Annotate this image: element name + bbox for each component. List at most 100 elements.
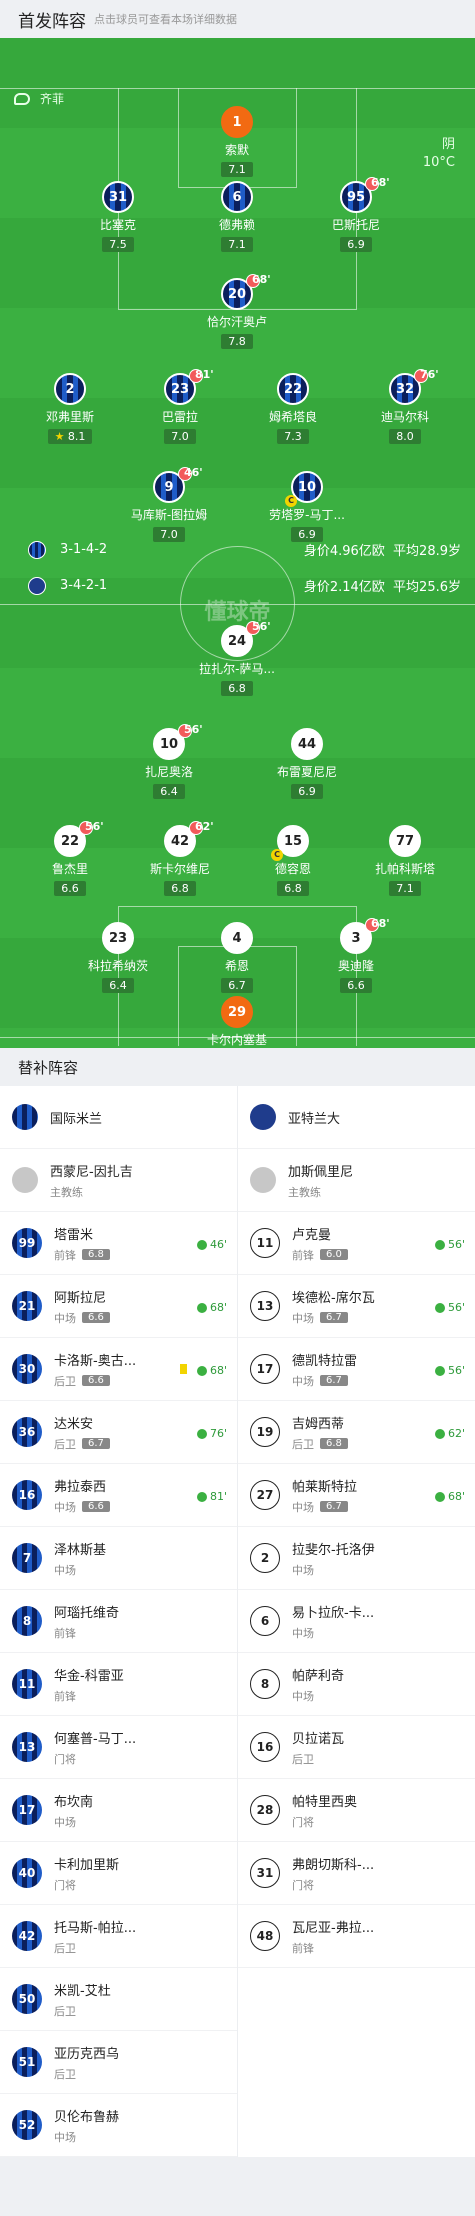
sub-player-row[interactable]: 13 埃德松-席尔瓦 中场 6.7 56' xyxy=(238,1275,475,1338)
player-away[interactable]: 42 62' 斯卡尔维尼 6.8 xyxy=(125,820,235,896)
rating-value: 6.4 xyxy=(109,979,127,992)
sub-player-row[interactable]: 2 拉斐尔-托洛伊 中场 xyxy=(238,1527,475,1590)
away-team-row[interactable]: 亚特兰大 xyxy=(238,1086,475,1149)
player-home[interactable]: 2 邓弗里斯 ★ 8.1 xyxy=(15,373,125,444)
sub-player-row[interactable]: 30 卡洛斯-奥古... 后卫 6.6 68' xyxy=(0,1338,237,1401)
player-home[interactable]: 32 76' 迪马尔科 8.0 xyxy=(350,368,460,444)
player-away[interactable]: 77 扎帕科斯塔 7.1 xyxy=(350,825,460,896)
sub-player-row[interactable]: 6 易卜拉欣-卡... 中场 xyxy=(238,1590,475,1653)
sub-player-info: 布坎南 中场 xyxy=(54,1791,93,1830)
home-coach-name: 西蒙尼-因扎吉 xyxy=(50,1164,133,1180)
player-away[interactable]: 10 56' 扎尼奥洛 6.4 xyxy=(114,723,224,799)
rating-value: 6.9 xyxy=(347,238,365,251)
rating-value: 7.8 xyxy=(228,335,246,348)
coach-avatar xyxy=(12,1167,38,1193)
sub-player-row[interactable]: 51 亚历克西乌 后卫 xyxy=(0,2031,237,2094)
player-away[interactable]: 23 科拉希纳茨 6.4 xyxy=(63,922,173,993)
sub-player-info: 何塞普-马丁... 门将 xyxy=(54,1728,136,1767)
player-home[interactable]: 1 索默 7.1 xyxy=(182,106,292,177)
sub-in-icon xyxy=(196,1428,207,1439)
player-home[interactable]: 6 德弗赖 7.1 xyxy=(182,181,292,252)
substitution-time: 76' xyxy=(420,368,439,381)
player-away[interactable]: 4 希恩 6.7 xyxy=(182,922,292,993)
sub-player-info: 拉斐尔-托洛伊 中场 xyxy=(292,1539,375,1578)
sub-player-row[interactable]: 99 塔雷米 前锋 6.8 46' xyxy=(0,1212,237,1275)
substitution-time: 56' xyxy=(252,620,271,633)
sub-player-rating: 6.0 xyxy=(320,1249,348,1260)
sub-player-row[interactable]: 28 帕特里西奥 门将 xyxy=(238,1779,475,1842)
sub-player-row[interactable]: 27 帕莱斯特拉 中场 6.7 68' xyxy=(238,1464,475,1527)
sub-player-row[interactable]: 21 阿斯拉尼 中场 6.6 68' xyxy=(0,1275,237,1338)
away-coach-row[interactable]: 加斯佩里尼 主教练 xyxy=(238,1149,475,1212)
sub-player-row[interactable]: 36 达米安 后卫 6.7 76' xyxy=(0,1401,237,1464)
sub-player-name: 卡洛斯-奥古... xyxy=(54,1353,137,1369)
position-text: 中场 xyxy=(54,1311,76,1325)
away-value: 身价2.14亿欧 xyxy=(303,580,385,595)
sub-player-row[interactable]: 11 卢克曼 前锋 6.0 56' xyxy=(238,1212,475,1275)
sub-player-info: 阿瑙托维奇 前锋 xyxy=(54,1602,119,1641)
player-rating: 6.4 xyxy=(153,784,185,799)
sub-player-row[interactable]: 40 卡利加里斯 门将 xyxy=(0,1842,237,1905)
player-home[interactable]: 95 68' 巴斯托尼 6.9 xyxy=(301,176,411,252)
sub-player-position: 中场 xyxy=(292,1625,374,1641)
sub-player-row[interactable]: 50 米凯-艾杜 后卫 xyxy=(0,1968,237,2031)
player-away[interactable]: 44 布雷夏尼尼 6.9 xyxy=(252,728,362,799)
home-team-row[interactable]: 国际米兰 xyxy=(0,1086,237,1149)
position-text: 中场 xyxy=(54,2130,76,2144)
away-coach-name: 加斯佩里尼 xyxy=(288,1164,354,1180)
sub-player-position: 前锋 6.0 xyxy=(292,1247,348,1263)
sub-player-row[interactable]: 17 德凯特拉雷 中场 6.7 56' xyxy=(238,1338,475,1401)
player-away[interactable]: 3 68' 奥迪隆 6.6 xyxy=(301,917,411,993)
weather-condition: 阴 xyxy=(441,137,455,152)
sub-player-row[interactable]: 8 帕萨利奇 中场 xyxy=(238,1653,475,1716)
player-away[interactable]: 29卡尔内塞基7.0 xyxy=(182,996,292,1048)
shirt-number: 31 xyxy=(250,1858,280,1888)
player-rating: 6.7 xyxy=(221,978,253,993)
player-away[interactable]: 15 C 德容恩 6.8 xyxy=(238,825,348,896)
position-text: 门将 xyxy=(292,1815,314,1829)
sub-player-position: 后卫 6.7 xyxy=(54,1436,110,1452)
shirt-number: 22 56' xyxy=(54,820,104,857)
shirt-number: 11 xyxy=(250,1228,280,1258)
sub-player-row[interactable]: 31 弗朗切斯科-... 门将 xyxy=(238,1842,475,1905)
player-name: 奥迪隆 xyxy=(337,959,374,973)
player-home[interactable]: 20 68' 恰尔汗奥卢 7.8 xyxy=(182,273,292,349)
shirt-number: 19 xyxy=(250,1417,280,1447)
player-home[interactable]: 9 46' 马库斯-图拉姆 7.0 xyxy=(114,466,224,542)
sub-player-row[interactable]: 7 泽林斯基 中场 xyxy=(0,1527,237,1590)
player-rating: 7.8 xyxy=(221,334,253,349)
sub-player-row[interactable]: 16 贝拉诺瓦 后卫 xyxy=(238,1716,475,1779)
sub-player-row[interactable]: 8 阿瑙托维奇 前锋 xyxy=(0,1590,237,1653)
sub-in-time: 62' xyxy=(434,1427,465,1440)
sub-in-icon xyxy=(196,1365,207,1376)
sub-player-row[interactable]: 42 托马斯-帕拉... 后卫 xyxy=(0,1905,237,1968)
sub-player-row[interactable]: 17 布坎南 中场 xyxy=(0,1779,237,1842)
sub-player-row[interactable]: 19 吉姆西蒂 后卫 6.8 62' xyxy=(238,1401,475,1464)
sub-player-info: 弗朗切斯科-... 门将 xyxy=(292,1854,374,1893)
player-away[interactable]: 24 56' 拉扎尔-萨马... 6.8 xyxy=(182,620,292,696)
player-home[interactable]: 23 81' 巴雷拉 7.0 xyxy=(125,368,235,444)
sub-player-row[interactable]: 11 华金-科雷亚 前锋 xyxy=(0,1653,237,1716)
sub-player-info: 弗拉泰西 中场 6.6 xyxy=(54,1476,110,1515)
sub-player-row[interactable]: 52 贝伦布鲁赫 中场 xyxy=(0,2094,237,2157)
sub-in-icon xyxy=(196,1239,207,1250)
position-text: 中场 xyxy=(292,1374,314,1388)
player-home[interactable]: 10 C 劳塔罗-马丁... 6.9 xyxy=(252,471,362,542)
player-rating: 7.0 xyxy=(164,429,196,444)
player-home[interactable]: 31 比塞克 7.5 xyxy=(63,181,173,252)
home-coach-row[interactable]: 西蒙尼-因扎吉 主教练 xyxy=(0,1149,237,1212)
sub-player-row[interactable]: 16 弗拉泰西 中场 6.6 81' xyxy=(0,1464,237,1527)
shirt-number: 28 xyxy=(250,1795,280,1825)
player-home[interactable]: 22 姆希塔良 7.3 xyxy=(238,373,348,444)
sub-player-row[interactable]: 48 瓦尼亚-弗拉... 前锋 xyxy=(238,1905,475,1968)
player-rating: 6.8 xyxy=(221,681,253,696)
sub-in-time: 56' xyxy=(434,1364,465,1377)
rating-value: 7.3 xyxy=(284,430,302,443)
position-text: 门将 xyxy=(54,1752,76,1766)
sub-player-row[interactable]: 13 何塞普-马丁... 门将 xyxy=(0,1716,237,1779)
position-text: 中场 xyxy=(54,1500,76,1514)
shirt-number-text: 95 xyxy=(346,189,366,205)
player-name: 恰尔汗奥卢 xyxy=(206,315,267,329)
player-away[interactable]: 22 56' 鲁杰里 6.6 xyxy=(15,820,125,896)
shirt-number: 77 xyxy=(389,825,421,857)
